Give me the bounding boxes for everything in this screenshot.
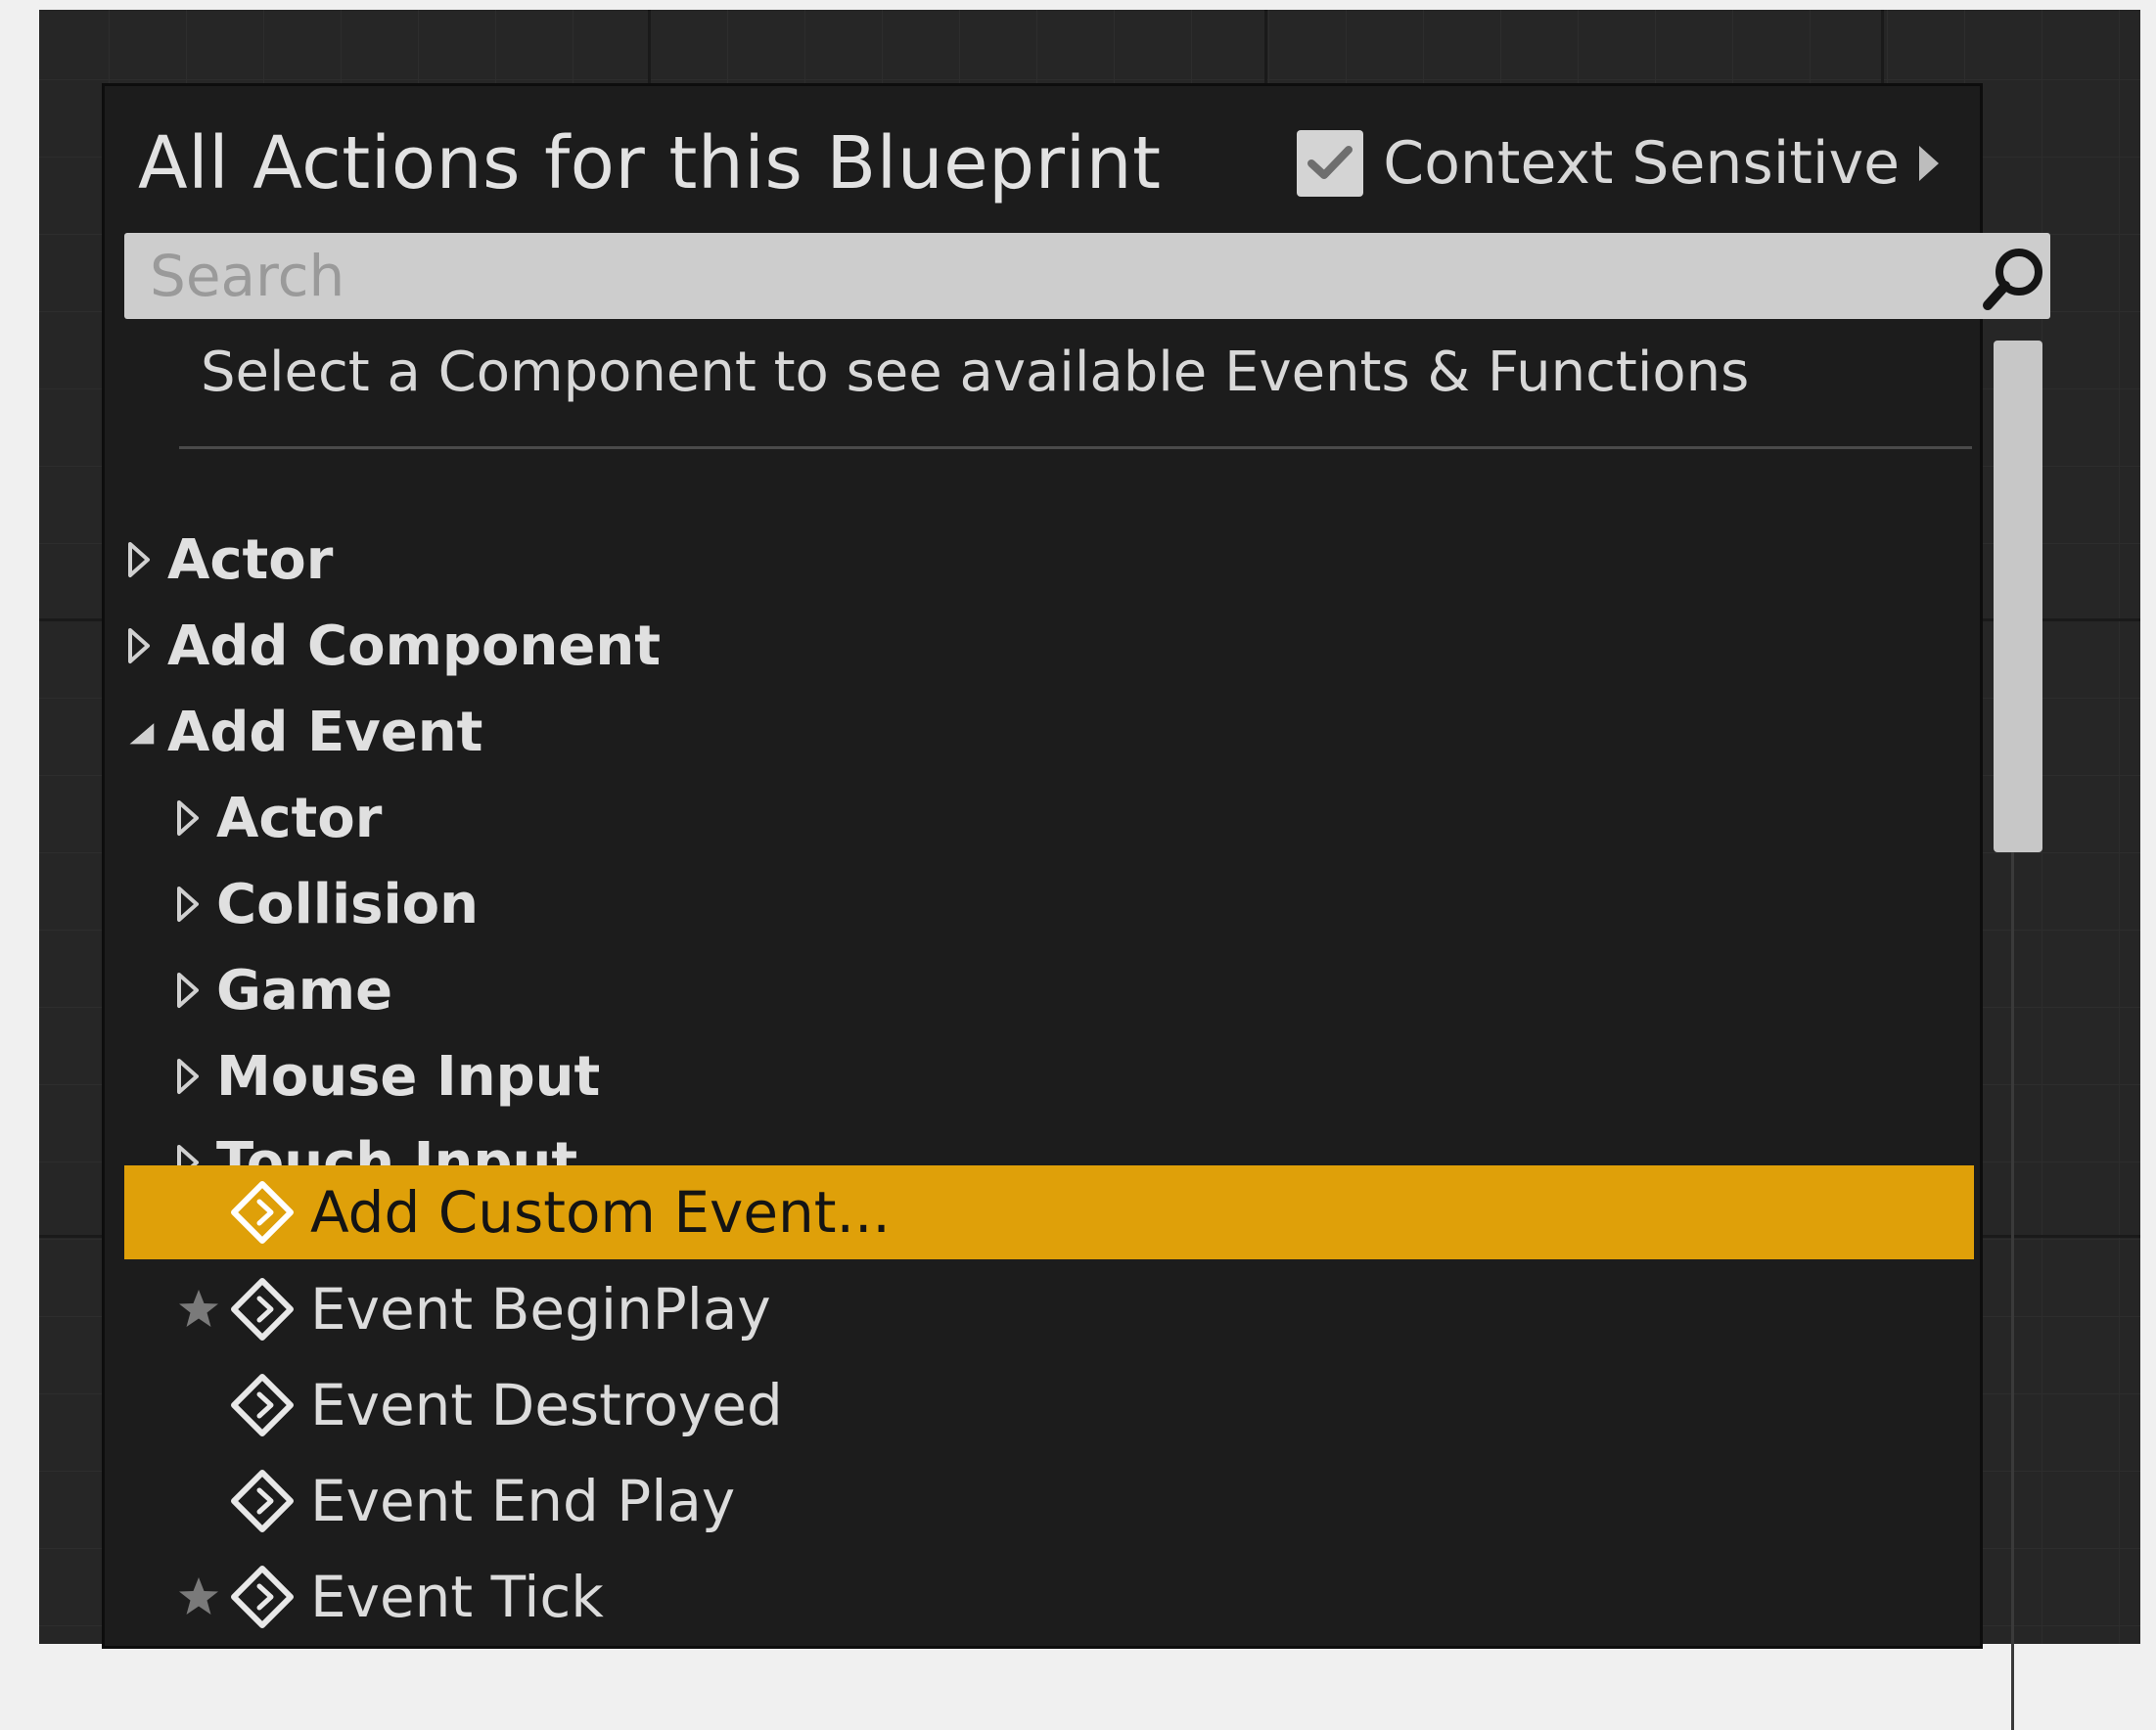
star-icon[interactable] (177, 1288, 220, 1331)
star-icon[interactable] (177, 1575, 220, 1618)
subcategory-game[interactable]: Game (175, 947, 392, 1033)
subcategory-label: Mouse Input (216, 1044, 601, 1109)
action-label: Event Destroyed (310, 1372, 783, 1438)
triangle-down-filled-icon (126, 710, 156, 753)
action-event-destroyed[interactable]: Event Destroyed (124, 1358, 1974, 1452)
context-sensitive-checkbox[interactable] (1297, 130, 1364, 197)
action-label: Event Tick (310, 1564, 604, 1630)
event-diamond-icon (231, 1470, 294, 1532)
divider (179, 446, 1972, 449)
action-menu-panel: All Actions for this Blueprint Context S… (102, 83, 2050, 1730)
search-icon[interactable] (1978, 241, 2050, 313)
event-diamond-icon (231, 1278, 294, 1341)
action-event-end-play[interactable]: Event End Play (124, 1454, 1974, 1548)
category-actor[interactable]: Actor (126, 517, 333, 603)
checkmark-icon (1307, 146, 1353, 179)
panel-title: All Actions for this Blueprint (138, 121, 1162, 205)
search-input[interactable] (124, 233, 1964, 319)
action-event-tick[interactable]: Event Tick (124, 1550, 1974, 1644)
action-add-custom-event[interactable]: Add Custom Event... (124, 1165, 1974, 1259)
event-diamond-icon (231, 1181, 294, 1244)
triangle-right-outline-icon (175, 1055, 205, 1098)
context-sensitive-toggle[interactable]: Context Sensitive (1297, 129, 1941, 198)
category-label: Actor (167, 527, 334, 592)
category-add-component[interactable]: Add Component (126, 603, 661, 689)
event-diamond-icon (231, 1566, 294, 1628)
scrollbar-thumb[interactable] (1994, 341, 2042, 852)
action-label: Add Custom Event... (310, 1179, 891, 1246)
action-label: Event End Play (310, 1468, 736, 1534)
action-label: Event BeginPlay (310, 1276, 771, 1343)
category-label: Add Event (167, 700, 483, 764)
triangle-right-outline-icon (175, 969, 205, 1012)
triangle-right-outline-icon (126, 624, 156, 667)
event-diamond-icon (231, 1374, 294, 1436)
subcategory-label: Collision (216, 872, 480, 936)
subcategory-mouse-input[interactable]: Mouse Input (175, 1033, 600, 1119)
context-sensitive-label: Context Sensitive (1383, 129, 1900, 198)
category-label: Add Component (167, 614, 661, 678)
action-event-beginplay[interactable]: Event BeginPlay (124, 1262, 1974, 1356)
expand-arrow-icon[interactable] (1917, 144, 1941, 183)
subcategory-collision[interactable]: Collision (175, 861, 479, 947)
triangle-right-outline-icon (175, 797, 205, 840)
category-add-event[interactable]: Add Event (126, 689, 482, 775)
triangle-right-outline-icon (126, 538, 156, 581)
subcategory-label: Game (216, 958, 393, 1023)
search-box[interactable] (124, 233, 2050, 319)
triangle-right-outline-icon (175, 883, 205, 926)
subcategory-actor[interactable]: Actor (175, 775, 382, 861)
component-hint-text: Select a Component to see available Even… (201, 341, 1750, 404)
subcategory-label: Actor (216, 786, 383, 850)
